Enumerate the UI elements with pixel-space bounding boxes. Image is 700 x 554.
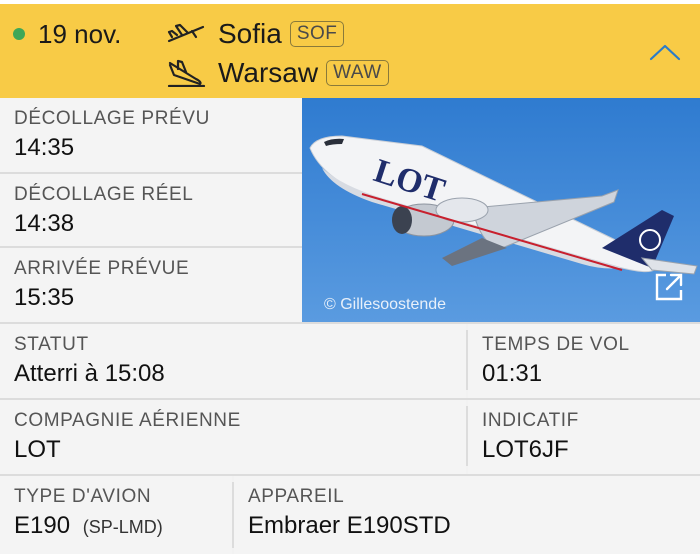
scheduled-arrival-value: 15:35 (14, 284, 75, 311)
aircraft-registration: (SP-LMD) (82, 517, 163, 537)
scheduled-departure-value: 14:35 (14, 134, 75, 161)
external-link-icon[interactable] (652, 270, 686, 304)
status-label: STATUT (14, 334, 89, 355)
airline-label: COMPAGNIE AÉRIENNE (14, 410, 241, 431)
takeoff-icon (166, 19, 206, 49)
callsign-label: INDICATIF (482, 410, 579, 431)
departure-city: Sofia (218, 18, 282, 49)
status-value: Atterri à 15:08 (14, 360, 165, 387)
scheduled-arrival-label: ARRIVÉE PRÉVUE (14, 258, 190, 279)
actual-departure-label: DÉCOLLAGE RÉEL (14, 184, 194, 205)
aircraft-type-label: TYPE D'AVION (14, 486, 152, 507)
landing-icon (166, 58, 206, 88)
status-cell: STATUT Atterri à 15:08 (0, 324, 466, 398)
aircraft-illustration: LOT (302, 98, 700, 322)
flight-time-label: TEMPS DE VOL (482, 334, 630, 355)
aircraft-type-cell: TYPE D'AVION E190 (SP-LMD) (0, 476, 232, 554)
flight-time-value: 01:31 (482, 360, 543, 387)
chevron-up-icon[interactable] (648, 42, 682, 62)
departure-code: SOF (289, 21, 345, 47)
status-dot (13, 28, 25, 40)
flight-time-cell: TEMPS DE VOL 01:31 (468, 324, 700, 398)
departure-row: Sofia SOF (166, 16, 345, 52)
actual-departure-value: 14:38 (14, 210, 75, 237)
scheduled-departure-label: DÉCOLLAGE PRÉVU (14, 108, 210, 129)
arrival-code: WAW (326, 60, 389, 86)
aircraft-type-value: E190 (14, 512, 71, 539)
aircraft-label: APPAREIL (248, 486, 345, 507)
flight-header[interactable]: 19 nov. Sofia SOF Warsaw WAW (0, 0, 700, 98)
callsign-cell: INDICATIF LOT6JF (468, 400, 700, 474)
arrival-city: Warsaw (218, 57, 319, 88)
scheduled-departure-cell: DÉCOLLAGE PRÉVU 14:35 (0, 98, 302, 172)
flight-date: 19 nov. (38, 19, 122, 49)
arrival-row: Warsaw WAW (166, 55, 389, 91)
aircraft-value: Embraer E190STD (248, 512, 451, 539)
actual-departure-cell: DÉCOLLAGE RÉEL 14:38 (0, 174, 302, 246)
aircraft-type-value-row: E190 (SP-LMD) (14, 512, 163, 540)
aircraft-cell: APPAREIL Embraer E190STD (234, 476, 700, 554)
aircraft-photo[interactable]: LOT © Gillesoostende (302, 98, 700, 322)
photo-credit: © Gillesoostende (324, 296, 447, 313)
scheduled-arrival-cell: ARRIVÉE PRÉVUE 15:35 (0, 248, 302, 322)
airline-value: LOT (14, 436, 61, 463)
callsign-value: LOT6JF (482, 436, 569, 463)
airline-cell: COMPAGNIE AÉRIENNE LOT (0, 400, 466, 474)
